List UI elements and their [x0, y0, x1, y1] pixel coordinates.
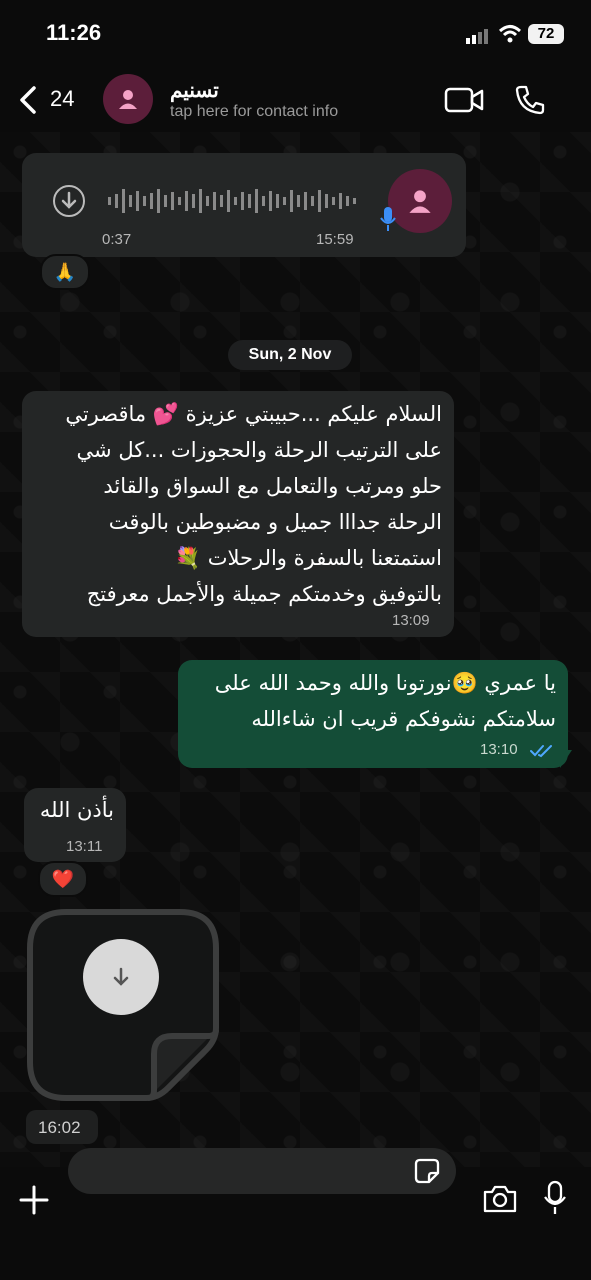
- wifi-icon: [498, 24, 522, 48]
- sticker-download-button[interactable]: [83, 939, 159, 1015]
- message-line: على الترتيب الرحلة والحجوزات ...كل شي: [76, 438, 442, 462]
- bubble-tail: [560, 750, 572, 768]
- voice-waveform: [108, 186, 360, 220]
- incoming-message-text: السلام عليكم ...حبيبتي عزيزة 💕 ماقصرتي ع…: [34, 396, 442, 612]
- voice-call-icon[interactable]: [514, 84, 546, 120]
- outgoing-message-time: 13:10: [480, 741, 518, 758]
- person-icon: [119, 90, 137, 109]
- contact-avatar[interactable]: [103, 74, 153, 124]
- message-line: السلام عليكم ...حبيبتي عزيزة 💕 ماقصرتي: [65, 402, 442, 426]
- download-arrow-icon: [113, 967, 129, 986]
- message-line: يا عمري 🥹نورتونا والله وحمد الله على: [214, 671, 556, 695]
- heart-reaction[interactable]: ❤️: [38, 861, 88, 897]
- microphone-icon: [380, 206, 396, 236]
- person-icon: [409, 190, 431, 213]
- incoming-short-time: 13:11: [66, 838, 103, 855]
- message-line: بالتوفيق وخدمتكم جميلة والأجمل معرفتج: [86, 582, 442, 606]
- signal-icon: [466, 28, 492, 48]
- chat-header: [0, 60, 591, 132]
- back-unread-count[interactable]: 24: [50, 86, 74, 112]
- outgoing-message-text: يا عمري 🥹نورتونا والله وحمد الله على سلا…: [190, 665, 556, 737]
- battery-indicator: 72: [528, 24, 564, 44]
- voice-sender-avatar: [388, 169, 452, 233]
- read-receipt-icon: [530, 743, 554, 762]
- message-line: حلو ومرتب والتعامل مع السواق والقائد: [103, 474, 442, 498]
- message-line: سلامتكم نشوفكم قريب ان شاءالله: [251, 707, 556, 731]
- contact-name[interactable]: تسنيم: [170, 78, 219, 103]
- voice-timestamp: 15:59: [316, 231, 354, 248]
- download-icon[interactable]: [52, 184, 86, 222]
- video-call-icon[interactable]: [444, 86, 484, 118]
- back-chevron-icon[interactable]: [18, 86, 38, 118]
- contact-info-hint[interactable]: tap here for contact info: [170, 103, 338, 121]
- plus-icon[interactable]: [18, 1184, 50, 1220]
- incoming-short-text: بأذن الله: [39, 798, 114, 822]
- message-input[interactable]: [68, 1148, 456, 1194]
- message-line: الرحلة جدااا جميل و مضبوطين بالوقت: [108, 510, 442, 534]
- status-time: 11:26: [46, 20, 102, 45]
- voice-reaction[interactable]: 🙏: [40, 254, 90, 290]
- date-separator: Sun, 2 Nov: [228, 340, 352, 370]
- incoming-message-time: 13:09: [392, 612, 430, 629]
- voice-duration: 0:37: [102, 231, 132, 248]
- camera-icon[interactable]: [482, 1184, 518, 1218]
- sticker-time: 16:02: [38, 1118, 81, 1137]
- message-line: استمتعنا بالسفرة والرحلات 💐: [174, 546, 442, 570]
- sticker-icon[interactable]: [414, 1158, 440, 1188]
- microphone-button-icon[interactable]: [542, 1180, 568, 1220]
